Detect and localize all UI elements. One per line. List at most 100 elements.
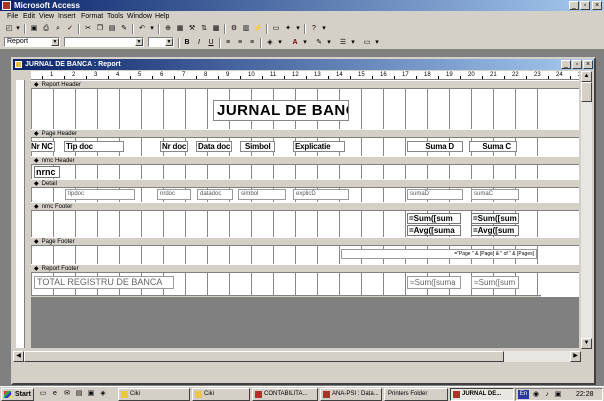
tray-app-icon[interactable]: ▣ (553, 390, 563, 400)
chevron-down-icon[interactable]: ▾ (15, 24, 21, 34)
detail-band[interactable]: ◆ Detail (31, 179, 579, 188)
group-header-band[interactable]: ◆ nrnc Header (31, 156, 579, 165)
properties-icon[interactable]: ▥ (241, 24, 251, 34)
bold-button[interactable]: B (182, 38, 192, 48)
header-label-nr-nc[interactable]: Nr NC (31, 141, 55, 152)
chevron-down-icon[interactable]: ▾ (295, 24, 301, 34)
close-button[interactable]: × (592, 1, 602, 10)
report-minimize-button[interactable]: _ (561, 60, 571, 69)
undo-icon[interactable]: ↶ (137, 24, 147, 34)
line-width-icon[interactable]: ☰ (338, 38, 348, 48)
align-left-icon[interactable]: ≡ (223, 38, 233, 48)
browser-icon[interactable]: e (50, 389, 60, 399)
spelling-icon[interactable]: ✓ (65, 24, 75, 34)
menu-edit[interactable]: Edit (23, 11, 35, 22)
view-icon[interactable]: ◰ (4, 24, 14, 34)
chevron-down-icon[interactable]: ▾ (149, 24, 155, 34)
chevron-down-icon[interactable]: ▾ (374, 38, 380, 48)
scroll-right-icon[interactable]: ▶ (570, 351, 581, 362)
field-total-sumac[interactable]: =Sum([sum (471, 276, 519, 289)
language-indicator[interactable]: En (518, 390, 529, 399)
font-name-select[interactable]: ▼ (64, 37, 144, 47)
cut-icon[interactable]: ✂ (83, 24, 93, 34)
align-center-icon[interactable]: ≡ (235, 38, 245, 48)
special-effect-icon[interactable]: ▭ (362, 38, 372, 48)
field-sumad[interactable]: sumaD (407, 189, 463, 200)
mail-icon[interactable]: ✉ (62, 389, 72, 399)
menu-insert[interactable]: Insert (58, 11, 76, 22)
field-page-number[interactable]: ="Page " & [Page] & " of " & [Pages] (341, 249, 537, 259)
report-restore-button[interactable]: ▫ (572, 60, 582, 69)
report-close-button[interactable]: × (583, 60, 593, 69)
chevron-down-icon[interactable]: ▼ (51, 38, 59, 46)
header-label-simbol[interactable]: Simbol (240, 141, 276, 152)
build-icon[interactable]: ⚡ (253, 24, 263, 34)
header-label-tip-doc[interactable]: Tip doc (64, 141, 124, 152)
app-icon[interactable]: ◈ (98, 389, 108, 399)
task-jurnal-de-banca[interactable]: JURNAL DE... (450, 388, 514, 401)
field-simbol[interactable]: simbol (238, 189, 286, 200)
maximize-button[interactable]: ▫ (580, 1, 590, 10)
field-total-sumad[interactable]: =Sum([suma (407, 276, 461, 289)
sorting-grouping-icon[interactable]: ⇅ (199, 24, 209, 34)
task-printers-folder[interactable]: Printers Folder (384, 388, 448, 401)
code-icon[interactable]: ⚙ (229, 24, 239, 34)
scroll-thumb[interactable] (581, 82, 592, 102)
group-header-section[interactable] (31, 165, 541, 179)
new-object-icon[interactable]: ✦ (283, 24, 293, 34)
report-footer-band[interactable]: ◆ Report Footer (31, 264, 579, 273)
chevron-down-icon[interactable]: ▾ (326, 38, 332, 48)
save-icon[interactable]: ▣ (29, 24, 39, 34)
vertical-scrollbar[interactable]: ▲ ▼ (581, 71, 592, 349)
database-window-icon[interactable]: ▭ (271, 24, 281, 34)
scroll-left-icon[interactable]: ◀ (13, 351, 24, 362)
start-button[interactable]: Start (1, 388, 34, 401)
task-ciki-2[interactable]: Ciki (192, 388, 250, 401)
header-label-suma-d[interactable]: Suma D (407, 141, 463, 152)
chevron-down-icon[interactable]: ▼ (135, 38, 143, 46)
menu-format[interactable]: Format (81, 11, 103, 22)
group-footer-band[interactable]: ◆ nrnc Footer (31, 202, 579, 211)
chevron-down-icon[interactable]: ▼ (165, 38, 173, 46)
field-avg-sumac[interactable]: =Avg([sum (471, 225, 519, 236)
hyperlink-icon[interactable]: ⊕ (163, 24, 173, 34)
paste-icon[interactable]: ▤ (107, 24, 117, 34)
header-label-explicatie[interactable]: Explicatie (293, 141, 345, 152)
object-select[interactable]: Report ▼ (4, 37, 60, 47)
minimize-button[interactable]: _ (569, 1, 579, 10)
page-header-band[interactable]: ◆ Page Header (31, 129, 579, 138)
header-label-nr-doc[interactable]: Nr doc (160, 141, 189, 152)
line-color-icon[interactable]: ✎ (314, 38, 324, 48)
menu-view[interactable]: View (39, 11, 54, 22)
menu-help[interactable]: Help (155, 11, 169, 22)
font-color-icon[interactable]: A (290, 38, 300, 48)
app-icon[interactable]: ▤ (74, 389, 84, 399)
field-tipdoc[interactable]: tipdoc (65, 189, 135, 200)
copy-icon[interactable]: ❐ (95, 24, 105, 34)
task-ana-psi[interactable]: ANA-PSI : Data... (320, 388, 382, 401)
field-nrnc[interactable]: nrnc (34, 166, 60, 178)
italic-button[interactable]: I (194, 38, 204, 48)
menu-file[interactable]: File (7, 11, 18, 22)
scroll-thumb[interactable] (24, 351, 504, 362)
field-sum-sumad[interactable]: =Sum([sum (407, 213, 461, 224)
header-label-data-doc[interactable]: Data doc (196, 141, 233, 152)
font-size-select[interactable]: ▼ (148, 37, 174, 47)
page-footer-band[interactable]: ◆ Page Footer (31, 237, 579, 246)
field-datadoc[interactable]: datadoc (197, 189, 233, 200)
field-explicd[interactable]: explicD (293, 189, 349, 200)
scroll-down-icon[interactable]: ▼ (581, 338, 592, 349)
menu-tools[interactable]: Tools (107, 11, 123, 22)
fill-color-icon[interactable]: ◈ (265, 38, 275, 48)
total-label[interactable]: TOTAL REGISTRU DE BANCA (34, 276, 174, 289)
align-right-icon[interactable]: ≡ (247, 38, 257, 48)
chevron-down-icon[interactable]: ▾ (277, 38, 283, 48)
group-footer-section[interactable] (31, 211, 541, 237)
chevron-down-icon[interactable]: ▾ (350, 38, 356, 48)
autoformat-icon[interactable]: ▩ (211, 24, 221, 34)
task-contabilitate[interactable]: CONTABILITA... (252, 388, 318, 401)
report-title-label[interactable]: JURNAL DE BANCA (213, 100, 349, 121)
horizontal-scrollbar[interactable]: ◀ ▶ (13, 351, 581, 362)
toolbox-icon[interactable]: ⚒ (187, 24, 197, 34)
field-avg-sumad[interactable]: =Avg([suma (407, 225, 461, 236)
